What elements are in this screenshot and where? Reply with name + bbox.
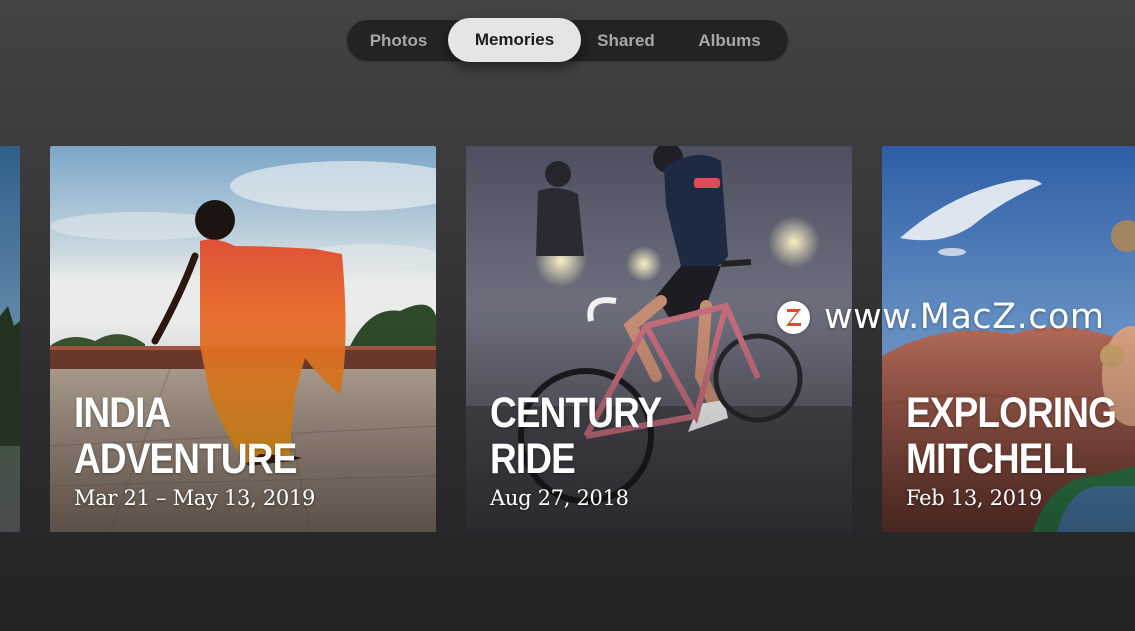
tab-photos[interactable]: Photos [347,20,450,61]
macz-logo-icon [777,300,810,334]
tab-albums[interactable]: Albums [671,20,788,61]
tab-shared[interactable]: Shared [581,20,671,61]
memory-card-exploring-mitchell[interactable]: EXPLORING MITCHELL Feb 13, 2019 [882,146,1135,532]
watermark: www.MacZ.com [777,297,1105,337]
memory-title: EXPLORING MITCHELL [906,389,1117,483]
memory-card-partial-left[interactable] [0,146,20,532]
tab-memories[interactable]: Memories [448,18,581,62]
memory-date: Aug 27, 2018 [490,486,629,510]
memory-date: Mar 21 – May 13, 2019 [74,486,316,510]
memory-date: Feb 13, 2019 [906,486,1042,510]
memory-photo [0,146,20,532]
memory-card-india-adventure[interactable]: INDIA ADVENTURE Mar 21 – May 13, 2019 [50,146,436,532]
memory-title: INDIA ADVENTURE [74,389,297,483]
watermark-text: www.MacZ.com [824,297,1105,337]
tab-bar: Photos Memories Shared Albums [347,18,788,62]
memory-title: CENTURY RIDE [490,389,662,483]
memory-card-century-ride[interactable]: CENTURY RIDE Aug 27, 2018 [466,146,852,532]
